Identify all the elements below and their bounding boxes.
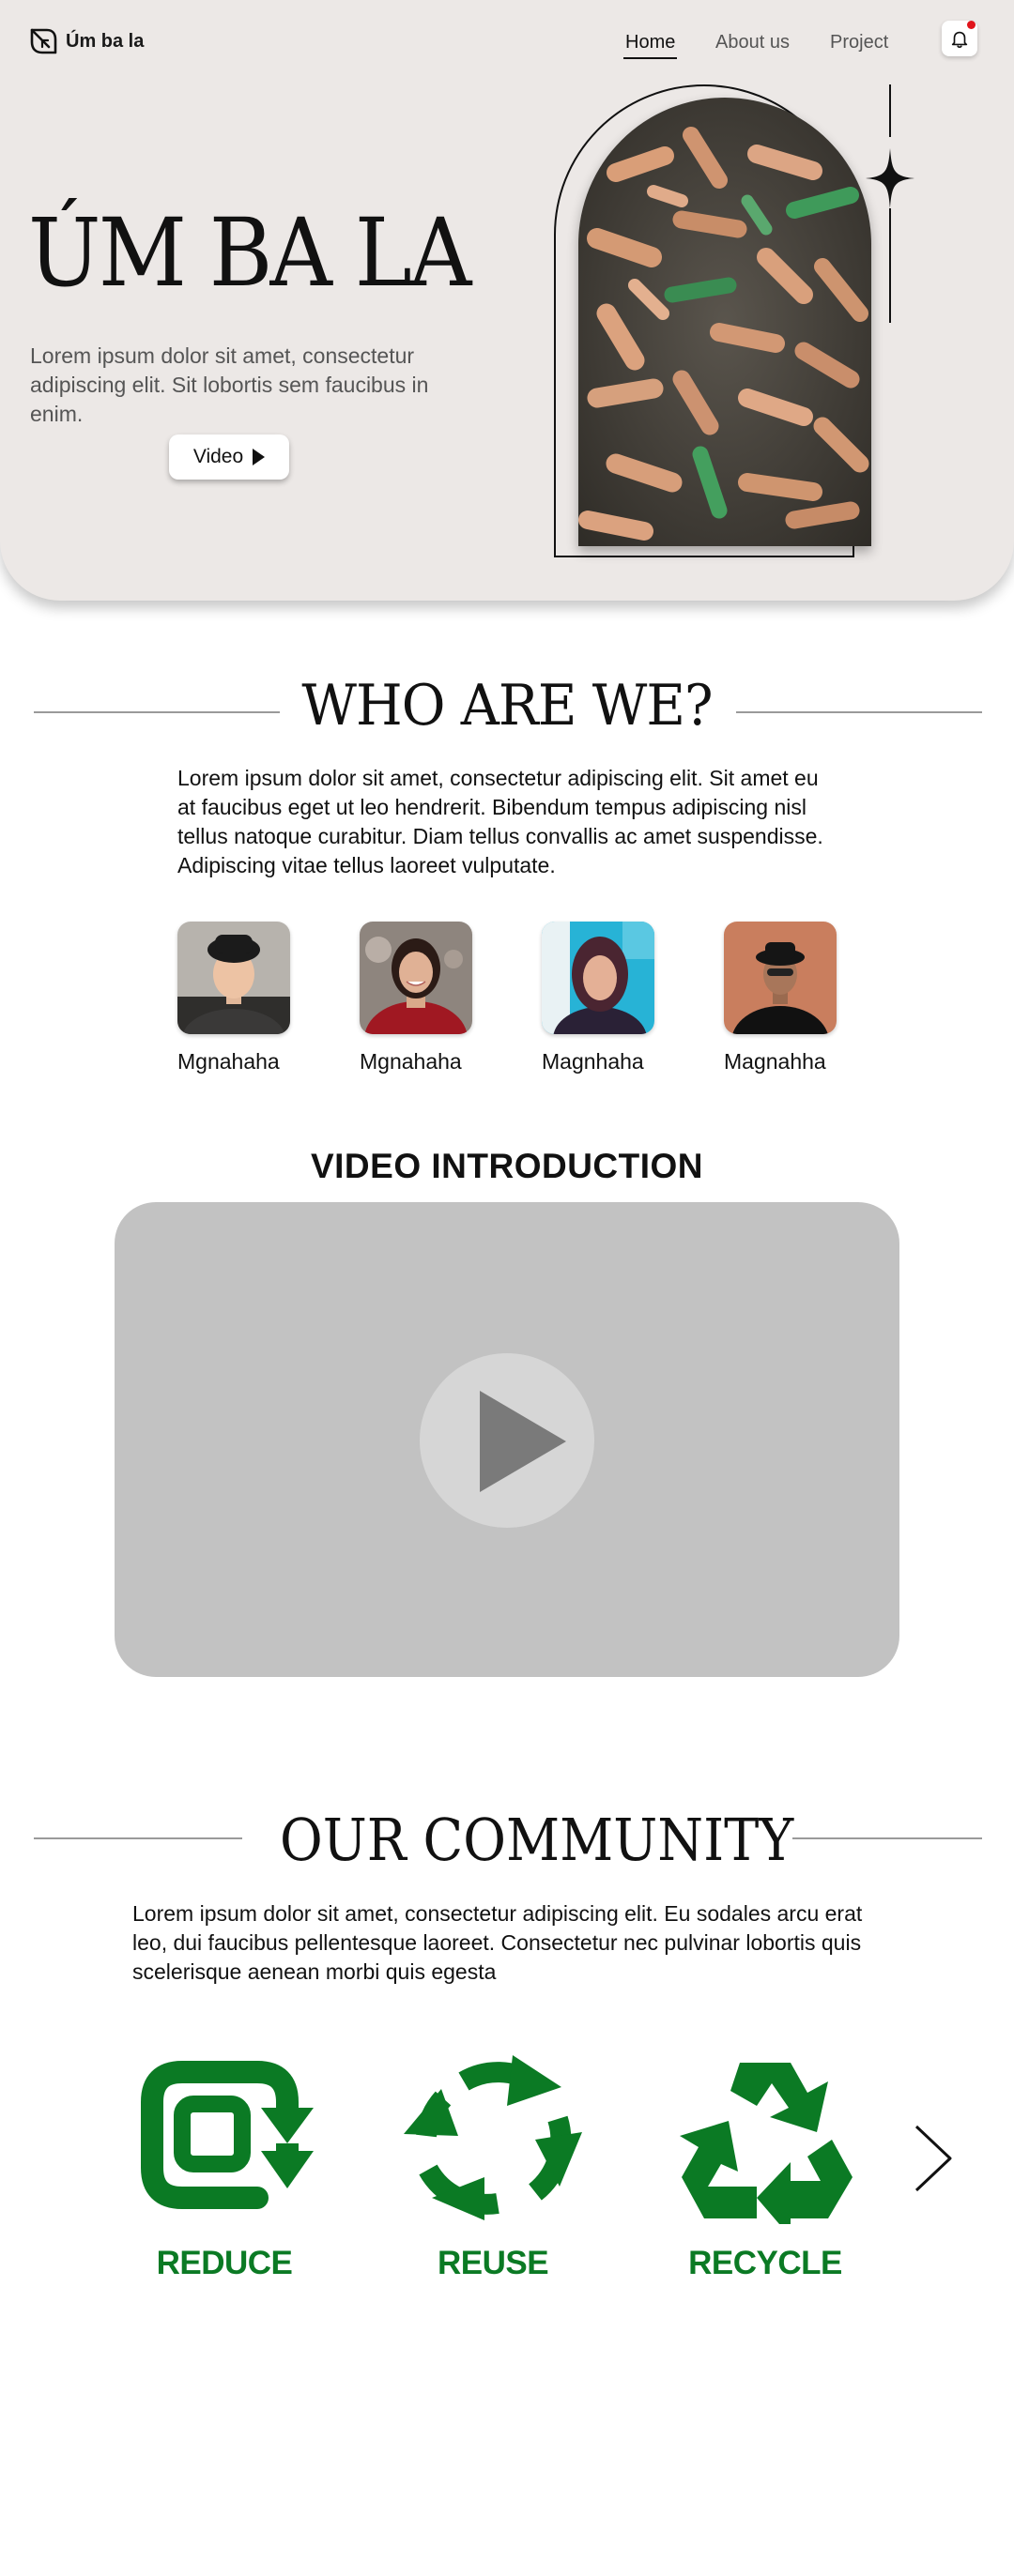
hero-title: ÚM BA LA — [28, 198, 471, 308]
reuse-icon — [404, 2055, 582, 2220]
reuse-label: REUSE — [437, 2245, 549, 2281]
decor-line — [889, 84, 891, 137]
avatar — [542, 922, 654, 1034]
nav-home-link[interactable]: Home — [622, 32, 678, 59]
brand-logo[interactable]: Úm ba la — [28, 26, 144, 56]
team-member[interactable]: Mgnahaha — [360, 922, 482, 1075]
brand-name: Úm ba la — [66, 30, 145, 52]
video-player[interactable] — [115, 1202, 899, 1677]
nav-project-link[interactable]: Project — [830, 32, 888, 53]
team-member[interactable]: Magnahha — [724, 922, 846, 1075]
section-divider — [34, 1837, 242, 1839]
play-icon — [253, 449, 266, 465]
video-button[interactable]: Video — [169, 434, 289, 480]
recycle-label: RECYCLE — [688, 2245, 842, 2281]
reduce-icon — [141, 2061, 314, 2209]
member-name: Mgnahaha — [177, 1049, 280, 1074]
recycle-card[interactable]: RECYCLE — [657, 2046, 873, 2282]
who-are-we-text: Lorem ipsum dolor sit amet, consectetur … — [177, 766, 823, 877]
team-member[interactable]: Mgnahaha — [177, 922, 300, 1075]
video-button-label: Video — [192, 446, 244, 467]
community-text: Lorem ipsum dolor sit amet, consectetur … — [132, 1901, 863, 1984]
section-divider — [34, 711, 280, 713]
chevron-right-icon[interactable] — [911, 2123, 956, 2194]
notification-dot — [967, 21, 976, 29]
who-are-we-heading: WHO ARE WE? — [301, 673, 713, 739]
member-name: Magnhaha — [542, 1049, 644, 1074]
hero-description: Lorem ipsum dolor sit amet, consectetur … — [30, 343, 429, 426]
bell-icon — [951, 31, 968, 48]
play-icon — [480, 1391, 566, 1492]
video-introduction-heading: VIDEO INTRODUCTION — [310, 1147, 704, 1185]
avatar — [360, 922, 472, 1034]
nav-about-link[interactable]: About us — [715, 32, 790, 53]
recycle-icon — [680, 2063, 853, 2224]
avatar — [724, 922, 837, 1034]
plastic-bottles-photo — [578, 98, 871, 546]
decor-line — [889, 208, 891, 323]
our-community-heading: OUR COMMUNITY — [280, 1806, 794, 1874]
reduce-card[interactable]: REDUCE — [116, 2046, 332, 2282]
section-divider — [736, 711, 982, 713]
reduce-label: REDUCE — [156, 2245, 293, 2281]
avatar — [177, 922, 290, 1034]
notification-button[interactable] — [942, 21, 977, 56]
sparkle-icon — [866, 148, 914, 208]
reuse-card[interactable]: REUSE — [385, 2046, 601, 2282]
member-name: Magnahha — [724, 1049, 826, 1074]
video-play-button[interactable] — [420, 1353, 594, 1528]
section-divider — [792, 1837, 982, 1839]
member-name: Mgnahaha — [360, 1049, 462, 1074]
leaf-logo-icon — [30, 28, 57, 54]
hero-section: Úm ba la Home About us Project ÚM BA LA … — [0, 0, 1014, 601]
team-member[interactable]: Magnhaha — [542, 922, 664, 1075]
